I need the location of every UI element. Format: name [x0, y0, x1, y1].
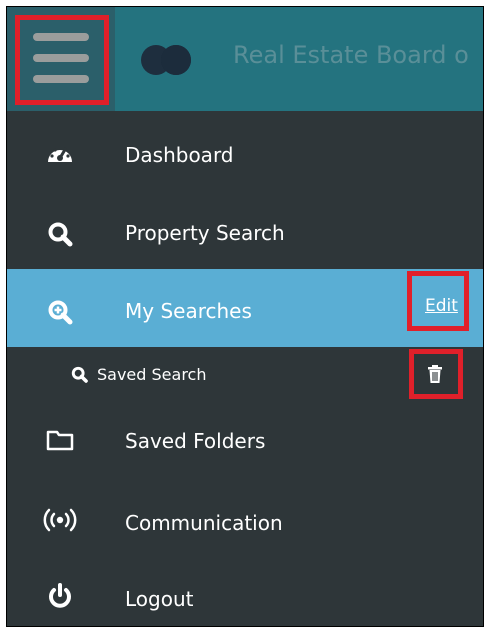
saved-search-label: Saved Search: [97, 365, 207, 384]
speedometer-icon: [43, 137, 77, 171]
highlight-box-edit: [407, 271, 469, 331]
nav-label: Saved Folders: [125, 429, 266, 453]
nav-label: Communication: [125, 511, 283, 535]
nav-item-property-search[interactable]: Property Search: [7, 193, 483, 269]
nav-item-logout[interactable]: Logout: [7, 561, 483, 626]
search-icon: [43, 217, 77, 251]
nav-label: Logout: [125, 587, 194, 611]
search-icon: [71, 366, 88, 387]
brand-title: Real Estate Board o: [233, 41, 469, 69]
nav-label: Dashboard: [125, 143, 234, 167]
search-plus-icon: [43, 295, 77, 329]
nav-item-dashboard[interactable]: Dashboard: [7, 117, 483, 193]
nav-item-saved-folders[interactable]: Saved Folders: [7, 401, 483, 481]
highlight-box-trash: [409, 349, 463, 399]
nav-label: My Searches: [125, 299, 252, 323]
nav-label: Property Search: [125, 221, 285, 245]
nav-item-communication[interactable]: Communication: [7, 481, 483, 561]
broadcast-icon: [43, 503, 77, 537]
app-frame: Real Estate Board o Dashboard Property S…: [6, 6, 484, 627]
brand-logo: [139, 45, 209, 77]
folder-icon: [43, 423, 77, 457]
power-icon: [43, 579, 77, 613]
highlight-box-menu: [15, 15, 109, 105]
